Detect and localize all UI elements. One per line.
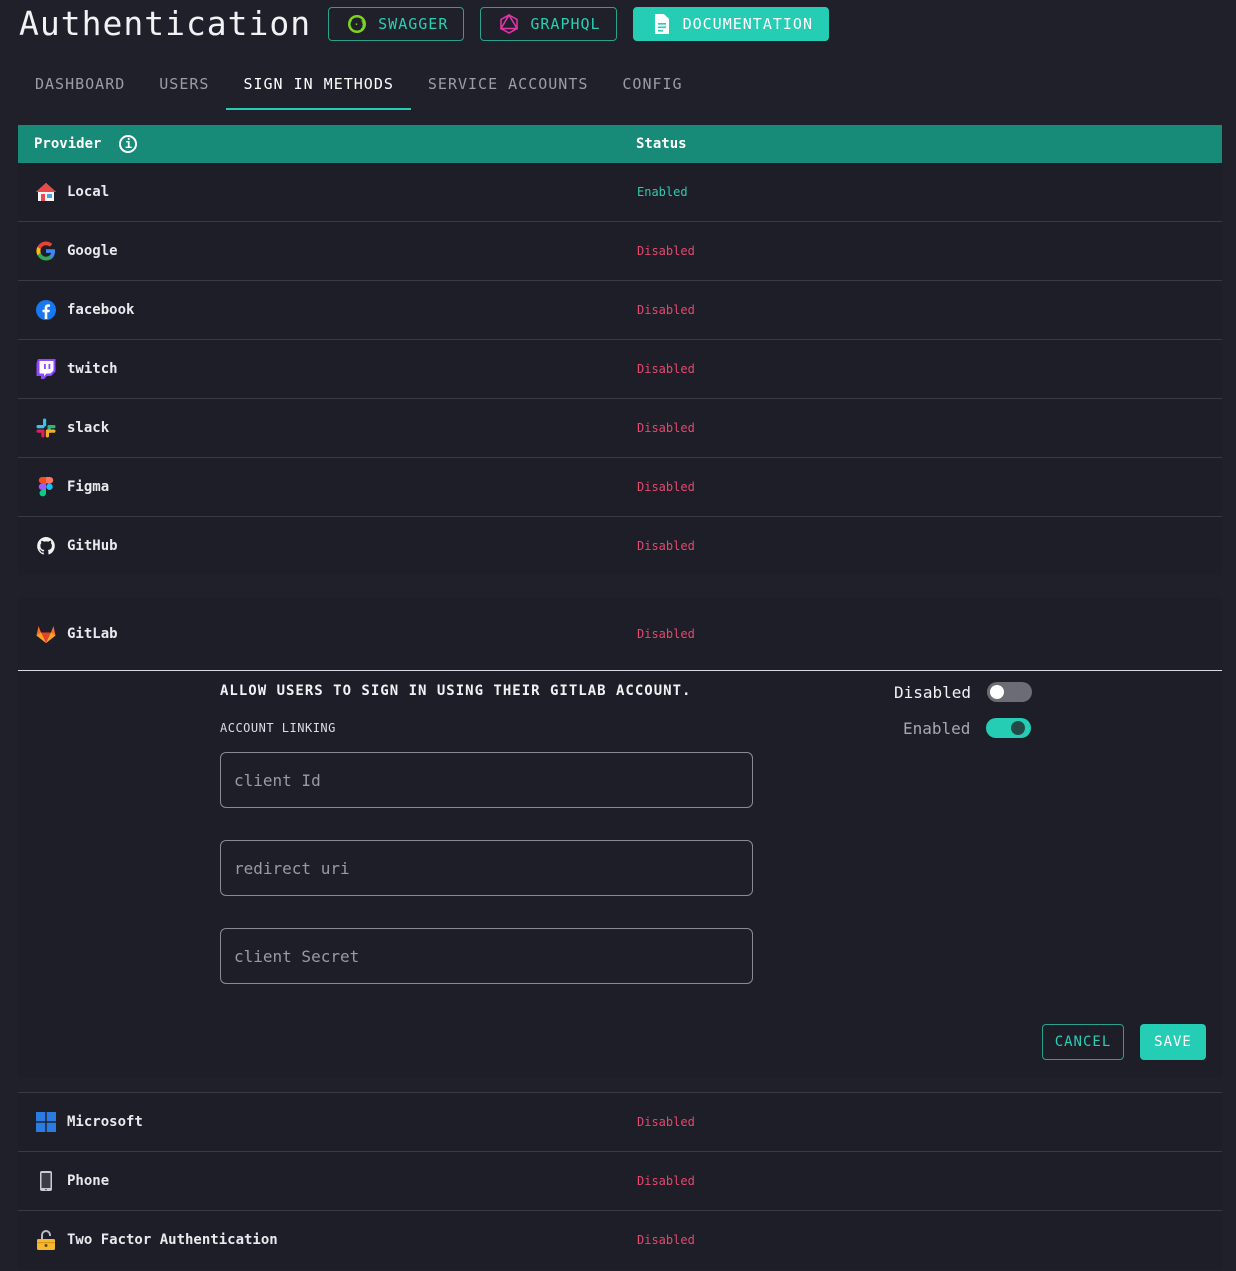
client-secret-input[interactable]	[220, 928, 753, 984]
graphql-icon	[498, 13, 520, 35]
provider-toggle-row: Disabled	[894, 682, 1033, 702]
provider-name: twitch	[67, 361, 118, 377]
provider-row-gitlab[interactable]: GitLab Disabled	[18, 597, 1222, 671]
status-badge: Disabled	[637, 303, 695, 317]
provider-name: GitHub	[67, 538, 118, 554]
microsoft-icon	[35, 1111, 57, 1133]
tab-bar: DASHBOARD USERS SIGN IN METHODS SERVICE …	[18, 62, 700, 110]
provider-name: facebook	[67, 302, 135, 318]
provider-enable-toggle[interactable]	[987, 682, 1033, 702]
documentation-label: DOCUMENTATION	[682, 15, 813, 33]
swagger-button[interactable]: {·} SWAGGER	[328, 7, 465, 41]
provider-row-google[interactable]: Google Disabled	[18, 222, 1222, 281]
gitlab-icon	[35, 623, 57, 645]
house-icon	[35, 181, 57, 203]
status-badge: Disabled	[637, 421, 695, 435]
client-id-input[interactable]	[220, 752, 753, 808]
tab-sign-in-methods[interactable]: SIGN IN METHODS	[226, 62, 412, 110]
table-header: Provider i Status	[18, 125, 1222, 163]
swagger-icon: {·}	[346, 13, 368, 35]
save-button[interactable]: SAVE	[1140, 1024, 1206, 1060]
account-linking-toggle[interactable]	[986, 718, 1032, 738]
tab-service-accounts[interactable]: SERVICE ACCOUNTS	[411, 62, 606, 109]
info-icon[interactable]: i	[119, 135, 138, 153]
redirect-uri-input[interactable]	[220, 840, 753, 896]
page-title: Authentication	[19, 4, 312, 43]
twitch-icon	[35, 358, 57, 380]
provider-header-label: Provider	[34, 136, 102, 152]
provider-row-phone[interactable]: Phone Disabled	[18, 1152, 1222, 1211]
provider-row-local[interactable]: Local Enabled	[18, 163, 1222, 222]
slack-icon	[35, 417, 57, 439]
status-badge: Disabled	[637, 1174, 695, 1188]
provider-row-twitch[interactable]: twitch Disabled	[18, 340, 1222, 399]
provider-list-top: Local Enabled Google Disabled facebook D…	[18, 163, 1222, 575]
graphql-label: GRAPHQL	[530, 15, 601, 33]
tab-dashboard[interactable]: DASHBOARD	[18, 62, 142, 109]
lock-icon	[35, 1229, 57, 1251]
figma-icon	[35, 476, 57, 498]
account-linking-label: ACCOUNT LINKING	[220, 721, 336, 735]
phone-icon	[35, 1170, 57, 1192]
tab-config[interactable]: CONFIG	[605, 62, 699, 109]
gitlab-description: ALLOW USERS TO SIGN IN USING THEIR GITLA…	[220, 683, 692, 699]
status-badge: Disabled	[637, 539, 695, 553]
facebook-icon	[35, 299, 57, 321]
linking-toggle-row: Enabled	[903, 718, 1032, 738]
toggle-knob	[1011, 721, 1026, 735]
status-badge: Disabled	[637, 1115, 695, 1129]
status-badge: Disabled	[637, 480, 695, 494]
provider-name: Phone	[67, 1173, 110, 1189]
provider-name: Microsoft	[67, 1114, 143, 1130]
status-badge: Enabled	[637, 185, 688, 199]
provider-row-microsoft[interactable]: Microsoft Disabled	[18, 1093, 1222, 1152]
gitlab-panel: GitLab Disabled ALLOW USERS TO SIGN IN U…	[18, 597, 1222, 1077]
provider-toggle-label: Disabled	[894, 682, 972, 702]
document-icon	[651, 13, 673, 35]
linking-toggle-label: Enabled	[903, 718, 971, 738]
page-header: Authentication {·} SWAGGER GRAPHQL DOCUM…	[19, 0, 845, 48]
graphql-button[interactable]: GRAPHQL	[480, 7, 617, 41]
google-icon	[35, 240, 57, 262]
provider-name: Figma	[67, 479, 110, 495]
provider-name: Google	[67, 243, 118, 259]
status-column-header: Status	[636, 136, 687, 152]
status-badge: Disabled	[637, 1233, 695, 1247]
cancel-button[interactable]: CANCEL	[1042, 1024, 1124, 1060]
provider-column-header: Provider i	[34, 135, 138, 153]
provider-row-two-factor[interactable]: Two Factor Authentication Disabled	[18, 1211, 1222, 1269]
swagger-label: SWAGGER	[378, 15, 449, 33]
provider-row-facebook[interactable]: facebook Disabled	[18, 281, 1222, 340]
provider-name: GitLab	[67, 625, 118, 642]
provider-name: Local	[67, 184, 110, 200]
status-badge: Disabled	[637, 244, 695, 258]
status-badge: Disabled	[637, 626, 695, 641]
provider-row-github[interactable]: GitHub Disabled	[18, 517, 1222, 575]
github-icon	[35, 535, 57, 557]
provider-name: Two Factor Authentication	[67, 1232, 278, 1248]
documentation-button[interactable]: DOCUMENTATION	[632, 7, 829, 41]
provider-list-bottom: Microsoft Disabled Phone Disabled Two Fa…	[18, 1092, 1222, 1269]
provider-name: slack	[67, 420, 110, 436]
toggle-knob	[990, 685, 1005, 699]
svg-text:{·}: {·}	[348, 21, 367, 31]
status-badge: Disabled	[637, 362, 695, 376]
provider-row-figma[interactable]: Figma Disabled	[18, 458, 1222, 517]
provider-row-slack[interactable]: slack Disabled	[18, 399, 1222, 458]
tab-users[interactable]: USERS	[142, 62, 226, 109]
